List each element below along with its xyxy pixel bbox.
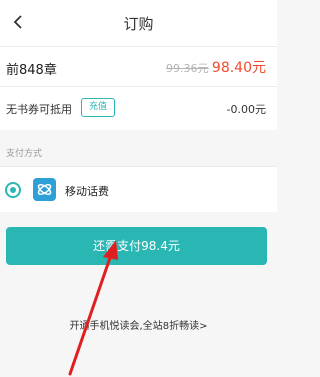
china-mobile-icon — [33, 178, 56, 201]
promo-text: 开通手机悦读会,全站8折畅读 — [69, 321, 200, 332]
sale-price: 98.40元 — [211, 60, 266, 76]
payment-section-label: 支付方式 — [6, 149, 43, 159]
payment-method-name: 移动话费 — [65, 185, 109, 198]
page-title: 订购 — [123, 15, 154, 33]
chapter-row: 前848章 99.36元 98.40元 — [0, 46, 277, 86]
coupon-text: 无书券可抵用 — [6, 103, 72, 116]
recharge-button[interactable]: 充值 — [81, 98, 115, 117]
coupon-row: 无书券可抵用 充值 -0.00元 — [0, 86, 277, 130]
membership-promo-link[interactable]: 开通手机悦读会,全站8折畅读> — [0, 317, 277, 332]
payment-radio[interactable] — [5, 182, 21, 198]
payment-method-row[interactable]: 移动话费 — [0, 166, 277, 212]
chevron-right-icon: > — [199, 321, 208, 332]
coupon-amount: -0.00元 — [226, 103, 266, 116]
header-bar: 订购 — [0, 0, 277, 46]
original-price: 99.36元 — [166, 62, 209, 75]
pay-button[interactable]: 还需支付98.4元 — [6, 227, 267, 265]
chapter-name: 前848章 — [6, 63, 57, 78]
